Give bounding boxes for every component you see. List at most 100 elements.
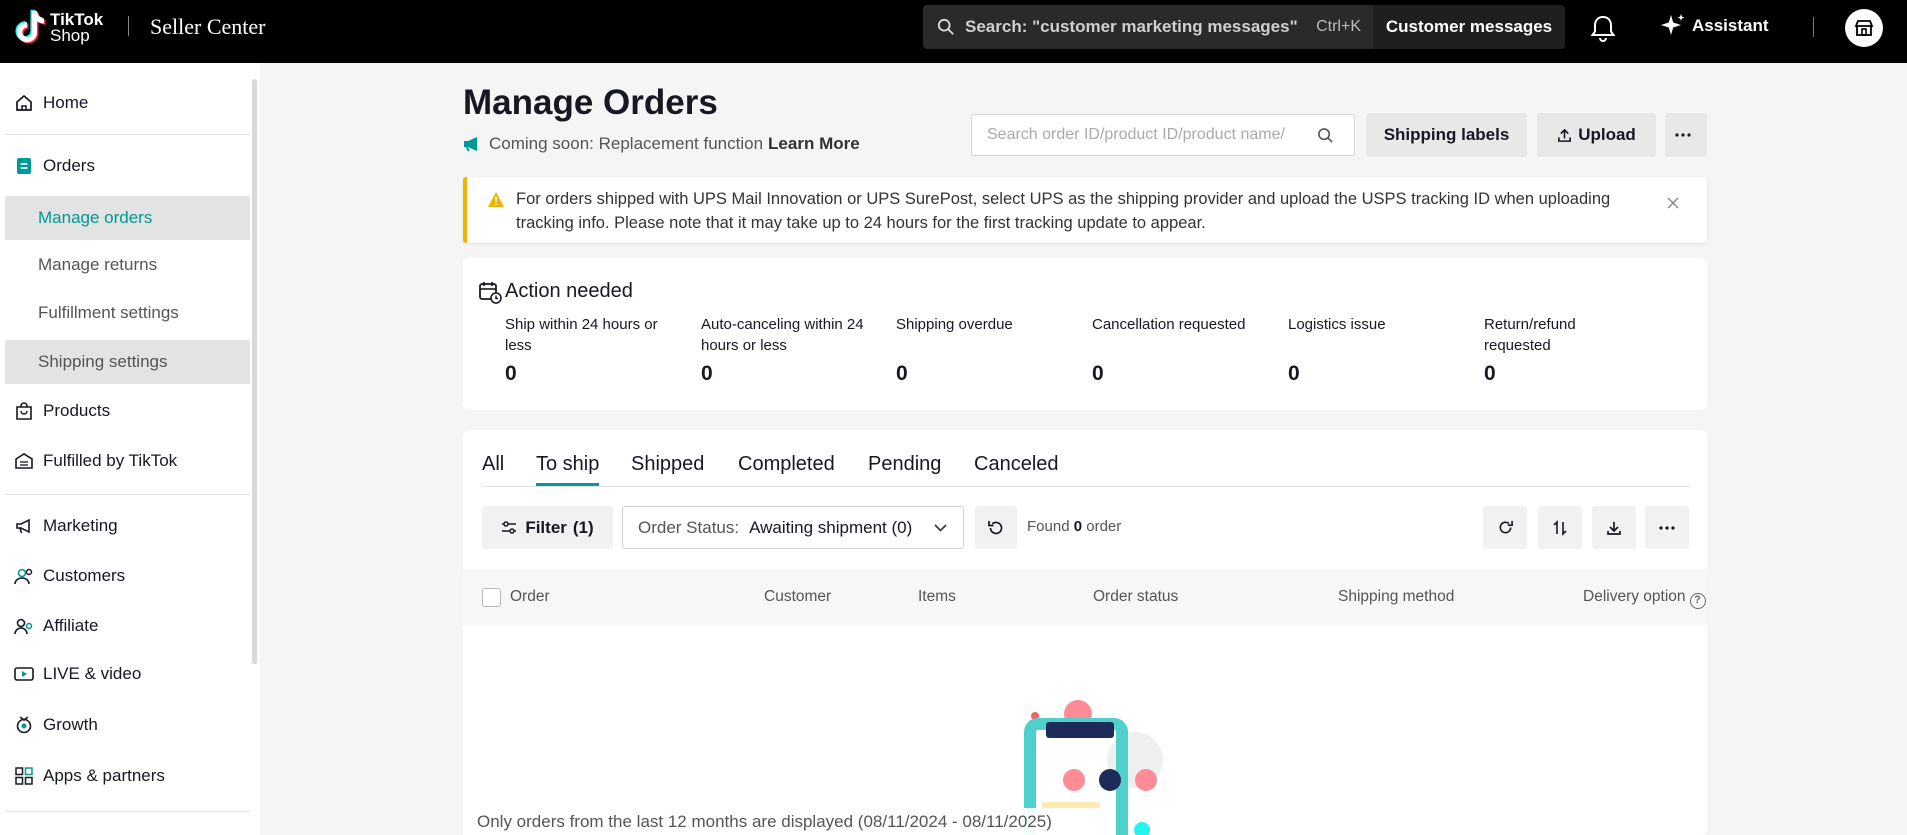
shipping-labels-button[interactable]: Shipping labels xyxy=(1366,113,1527,157)
sidebar-item-apps-partners[interactable]: Apps & partners xyxy=(0,756,250,796)
column-order-status[interactable]: Order status xyxy=(1093,588,1178,606)
coming-soon-banner: Coming soon: Replacement function Learn … xyxy=(463,134,860,154)
topbar-divider xyxy=(1813,17,1814,37)
refresh-button[interactable] xyxy=(1483,506,1527,549)
sidebar-item-fulfilled-by-tiktok[interactable]: Fulfilled by TikTok xyxy=(0,441,250,481)
tiktok-logo-icon xyxy=(12,8,46,48)
metric-label: Shipping overdue xyxy=(896,316,1013,333)
metric-value: 0 xyxy=(701,362,713,385)
sort-button[interactable] xyxy=(1538,506,1582,549)
metric-cancellation-requested[interactable]: Cancellation requested 0 xyxy=(1092,314,1262,386)
sidebar-item-growth[interactable]: Growth xyxy=(0,705,250,745)
more-icon xyxy=(1659,525,1675,530)
tab-completed[interactable]: Completed xyxy=(738,453,835,486)
page-title: Manage Orders xyxy=(463,83,718,122)
sidebar-item-label: Orders xyxy=(43,156,95,175)
sidebar-scrollbar[interactable] xyxy=(252,79,257,664)
sidebar-item-label: Growth xyxy=(43,715,98,734)
megaphone-icon xyxy=(464,137,477,152)
sidebar-item-home[interactable]: Home xyxy=(0,83,250,123)
upload-label: Upload xyxy=(1578,125,1636,144)
column-customer[interactable]: Customer xyxy=(764,588,831,606)
more-icon xyxy=(1675,133,1691,137)
search-icon[interactable] xyxy=(1317,127,1334,144)
filter-button[interactable]: Filter (1) xyxy=(482,506,613,549)
metric-return-refund-requested[interactable]: Return/refund requested 0 xyxy=(1484,314,1624,386)
products-icon xyxy=(14,401,34,421)
orders-icon xyxy=(14,156,34,176)
order-search-box xyxy=(971,114,1355,156)
reset-filter-button[interactable] xyxy=(975,506,1017,549)
video-icon xyxy=(14,664,34,684)
tab-to-ship[interactable]: To ship xyxy=(536,453,600,486)
sidebar-item-label: Customers xyxy=(43,566,126,585)
tab-all[interactable]: All xyxy=(482,453,504,486)
learn-more-link[interactable]: Learn More xyxy=(768,134,860,154)
metric-logistics-issue[interactable]: Logistics issue 0 xyxy=(1288,314,1458,386)
found-prefix: Found xyxy=(1027,518,1070,535)
sidebar-subitem-fulfillment-settings[interactable]: Fulfillment settings xyxy=(5,291,250,335)
sidebar-subitem-manage-orders[interactable]: Manage orders xyxy=(5,196,250,240)
column-delivery-option[interactable]: Delivery option? xyxy=(1583,588,1706,609)
tab-shipped[interactable]: Shipped xyxy=(631,453,704,486)
search-shortcut: Ctrl+K xyxy=(1316,18,1361,35)
metric-auto-canceling[interactable]: Auto-canceling within 24 hours or less 0 xyxy=(701,314,871,386)
sidebar-item-label: Apps & partners xyxy=(43,766,165,785)
select-all-checkbox[interactable] xyxy=(482,588,501,607)
customer-messages-button[interactable]: Customer messages xyxy=(1373,5,1565,49)
home-icon xyxy=(14,93,34,113)
store-icon[interactable] xyxy=(1845,9,1883,47)
sidebar-divider xyxy=(5,494,250,495)
metric-shipping-overdue[interactable]: Shipping overdue 0 xyxy=(896,314,1066,386)
found-suffix: order xyxy=(1086,518,1122,535)
sidebar-item-products[interactable]: Products xyxy=(0,391,250,431)
sidebar-item-live-video[interactable]: LIVE & video xyxy=(0,654,250,694)
upload-button[interactable]: Upload xyxy=(1537,113,1656,157)
tab-pending[interactable]: Pending xyxy=(868,453,941,486)
affiliate-icon xyxy=(14,616,34,636)
global-search[interactable]: Search: "customer marketing messages" Ct… xyxy=(923,5,1373,49)
metric-value: 0 xyxy=(1484,362,1496,385)
sidebar-item-customers[interactable]: Customers xyxy=(0,556,250,596)
download-button[interactable] xyxy=(1592,506,1636,549)
megaphone-icon xyxy=(14,516,34,536)
column-delivery-option-label: Delivery option xyxy=(1583,588,1686,605)
sidebar-item-label: Home xyxy=(43,93,89,112)
sidebar-subitem-shipping-settings[interactable]: Shipping settings xyxy=(5,340,250,384)
sidebar-item-affiliate[interactable]: Affiliate xyxy=(0,606,250,646)
logo-divider xyxy=(128,16,129,36)
warning-icon xyxy=(488,192,504,207)
customers-icon xyxy=(14,566,34,586)
order-tabs: All To ship Shipped Completed Pending Ca… xyxy=(482,450,1690,487)
download-icon xyxy=(1607,521,1621,535)
logo-text: TikTok Shop xyxy=(50,11,103,44)
metric-label: Ship within 24 hours or less xyxy=(505,316,658,354)
order-status-label: Order Status: xyxy=(638,517,740,537)
tab-canceled[interactable]: Canceled xyxy=(974,453,1059,486)
product-name: Seller Center xyxy=(150,14,266,39)
close-icon[interactable] xyxy=(1667,197,1679,209)
column-order[interactable]: Order xyxy=(510,588,550,606)
sidebar-item-orders[interactable]: Orders xyxy=(0,146,250,186)
order-search-input[interactable] xyxy=(987,126,1317,144)
warehouse-icon xyxy=(14,451,34,471)
growth-icon xyxy=(14,715,34,735)
bell-icon[interactable] xyxy=(1590,14,1616,42)
search-icon xyxy=(937,18,954,35)
tiktok-shop-logo[interactable]: TikTok Shop xyxy=(12,8,103,48)
assistant-button[interactable]: Assistant xyxy=(1660,13,1769,39)
column-items[interactable]: Items xyxy=(918,588,956,606)
footer-note: Only orders from the last 12 months are … xyxy=(463,808,1083,835)
more-options-button[interactable] xyxy=(1665,113,1707,157)
coming-soon-text: Coming soon: Replacement function xyxy=(489,134,764,153)
help-icon[interactable]: ? xyxy=(1689,593,1706,609)
sidebar-subitem-manage-returns[interactable]: Manage returns xyxy=(5,243,250,287)
sidebar-item-marketing[interactable]: Marketing xyxy=(0,506,250,546)
metric-label: Auto-canceling within 24 hours or less xyxy=(701,316,864,354)
table-more-button[interactable] xyxy=(1645,506,1689,549)
sort-icon xyxy=(1553,519,1567,536)
metric-ship-within-24h[interactable]: Ship within 24 hours or less 0 xyxy=(505,314,675,386)
order-status-select[interactable]: Order Status: Awaiting shipment (0) xyxy=(622,506,964,549)
column-shipping-method[interactable]: Shipping method xyxy=(1338,588,1454,606)
metric-label: Return/refund requested xyxy=(1484,316,1576,354)
